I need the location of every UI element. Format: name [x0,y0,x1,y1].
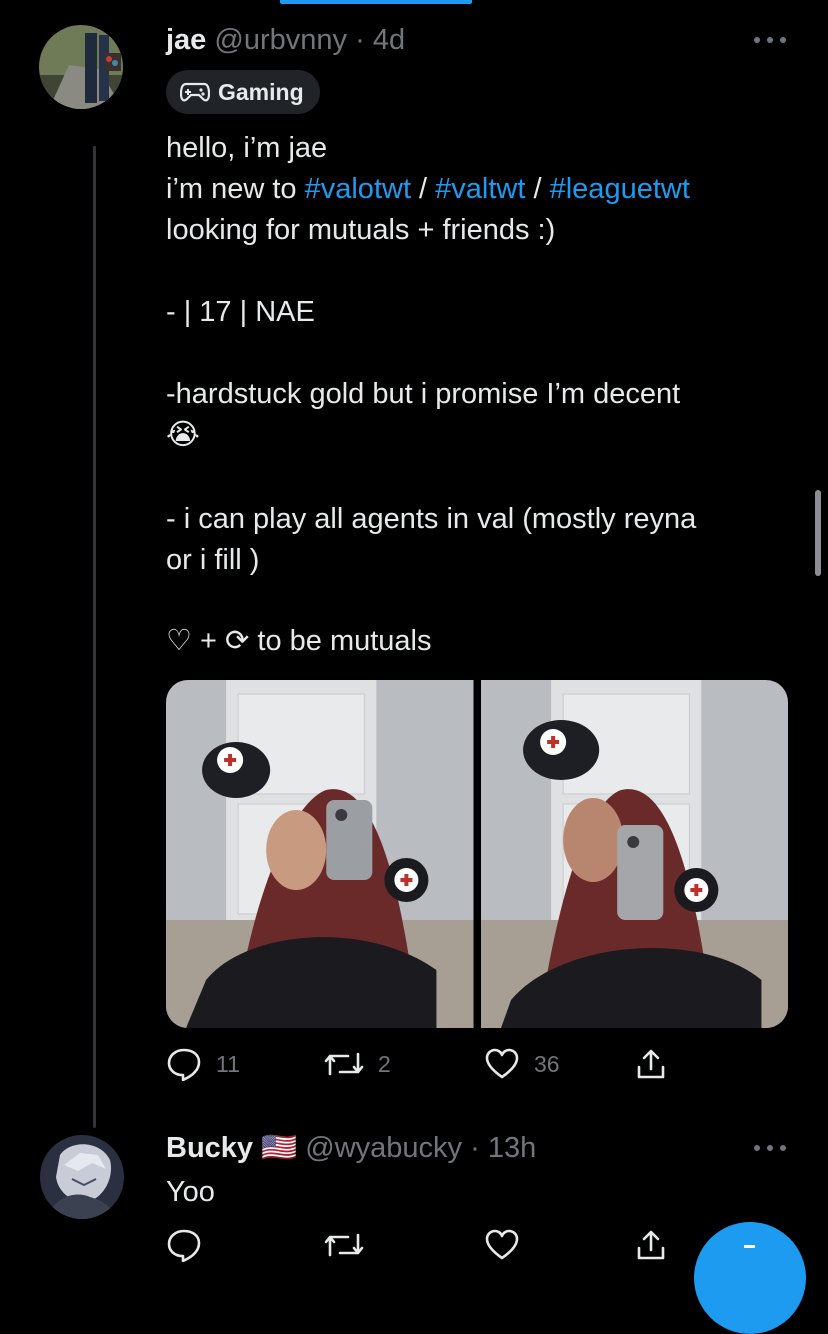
speech-bubble-icon [167,1229,201,1262]
avatar[interactable] [39,25,123,109]
heart-icon [485,1229,519,1260]
tweet-line: hello, i’m jae [166,132,328,164]
hashtag-link[interactable]: #valotwt [305,173,411,205]
more-dots-icon[interactable] [754,1142,786,1154]
reply-actions [166,1228,668,1262]
hashtag-link[interactable]: #valtwt [435,173,525,205]
tweet-line: -hardstuck gold but i promise I’m decent [166,378,681,410]
compose-plus-icon [744,1245,755,1248]
topic-pill[interactable]: Gaming [166,70,320,114]
reply-text: Yoo [166,1176,215,1208]
gamepad-icon [180,82,210,102]
flag-emoji: 🇺🇸 [261,1132,298,1164]
more-dots-icon[interactable] [754,34,786,46]
reply-count: 11 [216,1050,240,1077]
author-handle[interactable]: @urbvnny [214,24,347,56]
share-icon [637,1049,665,1079]
reply-author-handle[interactable]: @wyabucky [305,1132,462,1164]
share-button[interactable] [634,1047,668,1081]
retweet-icon [324,1233,364,1257]
tweet-line: looking for mutuals + friends :) [166,214,556,246]
author-name[interactable]: jae [166,24,206,56]
topic-label: Gaming [218,78,304,105]
separator-dot: · [355,24,365,56]
retweet-icon [324,1052,364,1076]
tweet-line: ♡ + ⟳ to be mutuals [166,625,432,657]
hashtag-link[interactable]: #leaguetwt [550,173,690,205]
reply-avatar[interactable] [40,1135,124,1219]
share-icon [637,1230,665,1260]
tweet-actions: 11 2 36 [166,1047,668,1081]
tweet-line: - i can play all agents in val (mostly r… [166,503,697,535]
reply-button[interactable]: 11 [166,1047,324,1081]
photo-left[interactable] [166,680,474,1028]
tweet-media[interactable] [166,680,788,1028]
like-button[interactable]: 36 [484,1048,634,1080]
crying-emoji: 😭 [166,419,200,451]
retweet-button[interactable]: 2 [324,1048,484,1080]
tweet-line: i’m new to #valotwt / #valtwt / #leaguet… [166,169,690,210]
like-count: 36 [534,1050,560,1077]
photo-right[interactable] [480,680,788,1028]
heart-icon [485,1048,519,1079]
like-button[interactable] [484,1229,634,1261]
share-button[interactable] [634,1228,668,1262]
tweet-text-segment: / [411,173,436,205]
retweet-button[interactable] [324,1229,484,1261]
tweet-header: jae @urbvnny · 4d [166,22,405,58]
reply-button[interactable] [166,1228,324,1262]
tweet-text-segment: i’m new to [166,173,305,205]
separator-dot: · [470,1132,480,1164]
tweet-line: - | 17 | NAE [166,296,315,328]
reply-header: Bucky 🇺🇸 @wyabucky · 13h [166,1130,536,1166]
compose-button[interactable] [694,1222,806,1334]
tweet-line: or i fill ) [166,544,260,576]
tweet-time[interactable]: 4d [373,24,405,56]
top-tab-indicator [280,0,472,4]
reply-time[interactable]: 13h [488,1132,536,1164]
reply-author-name[interactable]: Bucky [166,1132,253,1164]
scrollbar[interactable] [815,490,821,576]
speech-bubble-icon [167,1048,201,1081]
tweet-text-segment: / [525,173,550,205]
thread-connector [93,146,96,1128]
retweet-count: 2 [378,1050,391,1077]
